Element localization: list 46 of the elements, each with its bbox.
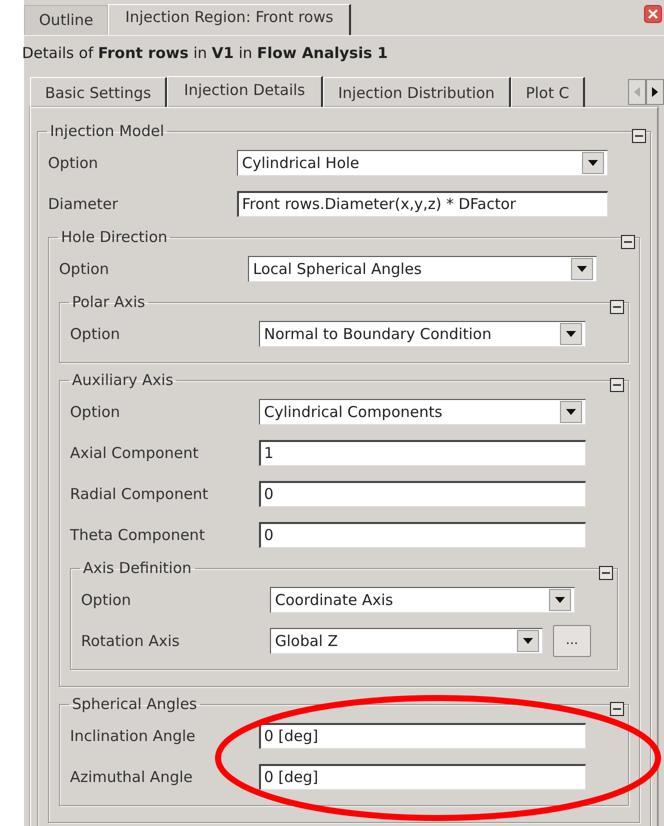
- collapse-icon[interactable]: [599, 566, 613, 580]
- field-label: Option: [81, 590, 132, 608]
- details-heading: Details of Front rows in V1 in Flow Analysis 1: [22, 43, 389, 64]
- field-label: Radial Component: [70, 484, 208, 502]
- panel-tab[interactable]: Outline: [24, 5, 108, 35]
- collapse-icon[interactable]: [610, 378, 624, 392]
- settings-tab[interactable]: Injection Distribution: [323, 77, 511, 107]
- dropdown[interactable]: Cylindrical Components: [259, 398, 586, 424]
- collapse-icon[interactable]: [621, 235, 635, 249]
- collapse-icon[interactable]: [610, 702, 624, 716]
- field-label: Inclination Angle: [70, 726, 196, 744]
- text-field[interactable]: 0: [259, 480, 586, 506]
- text-field[interactable]: 0 [deg]: [259, 722, 586, 748]
- group-title: Axis Definition: [82, 559, 193, 577]
- group-title: Spherical Angles: [71, 695, 198, 713]
- group-title: Polar Axis: [71, 293, 146, 311]
- dropdown[interactable]: Coordinate Axis: [270, 586, 575, 612]
- panel-tab[interactable]: Injection Region: Front rows: [108, 4, 352, 35]
- field-label: Option: [70, 324, 120, 342]
- field-label: Option: [59, 260, 110, 278]
- dropdown[interactable]: Global Z: [270, 628, 543, 654]
- text-field[interactable]: 0: [259, 522, 586, 548]
- group-title: Auxiliary Axis: [71, 371, 174, 389]
- dropdown[interactable]: Cylindrical Hole: [237, 150, 608, 176]
- field-label: Diameter: [48, 194, 118, 212]
- settings-tab[interactable]: Injection Details: [167, 76, 324, 107]
- group-title: Hole Direction: [60, 228, 168, 246]
- field-label: Rotation Axis: [81, 632, 180, 650]
- settings-tab[interactable]: Basic Settings: [30, 77, 168, 107]
- field-label: Azimuthal Angle: [70, 768, 193, 786]
- text-field[interactable]: 0 [deg]: [259, 764, 586, 790]
- browse-button[interactable]: ...: [553, 624, 591, 656]
- text-field[interactable]: 1: [259, 440, 586, 466]
- settings-tab[interactable]: Plot C: [510, 77, 586, 107]
- collapse-icon[interactable]: [610, 300, 624, 314]
- field-label: Axial Component: [70, 444, 199, 462]
- field-label: Theta Component: [70, 526, 205, 544]
- group-title: Injection Model: [49, 122, 166, 140]
- field-label: Option: [70, 402, 120, 420]
- dropdown[interactable]: Local Spherical Angles: [248, 256, 597, 282]
- close-icon[interactable]: [644, 5, 662, 23]
- field-label: Option: [48, 154, 98, 172]
- dropdown[interactable]: Normal to Boundary Condition: [259, 320, 586, 346]
- scroll-right-icon[interactable]: [646, 79, 664, 105]
- text-field[interactable]: Front rows.Diameter(x,y,z) * DFactor: [237, 190, 608, 216]
- collapse-icon[interactable]: [632, 129, 646, 143]
